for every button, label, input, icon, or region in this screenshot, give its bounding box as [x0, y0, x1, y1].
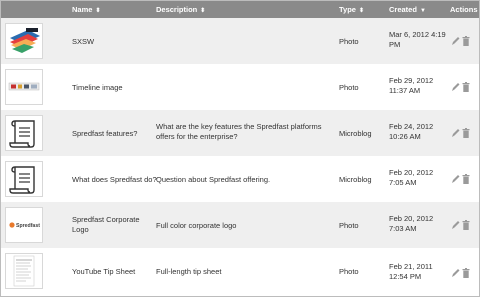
asset-table: Name ⬍ Description ⬍ Type ⬍ Created ▼ Action… [0, 0, 480, 297]
thumbnail-timeline[interactable] [5, 69, 43, 105]
logo-text: Spredfast [16, 223, 40, 229]
timeline-strip-icon [8, 82, 40, 91]
thumbnail-colorful-logo[interactable] [5, 23, 43, 59]
table-row[interactable]: Spredfast features? What are the key fea… [1, 110, 479, 156]
trash-icon[interactable] [461, 219, 471, 231]
asset-type: Photo [339, 267, 359, 276]
column-header-name[interactable]: Name ⬍ [72, 1, 100, 18]
asset-name[interactable]: What does Spredfast do? [72, 175, 157, 185]
asset-created: Mar 6, 2012 4:19 PM [389, 30, 446, 49]
row-actions [450, 173, 472, 185]
table-row[interactable]: SXSW Photo Mar 6, 2012 4:19 PM [1, 18, 479, 64]
asset-created: Feb 24, 2012 10:26 AM [389, 122, 434, 141]
table-header: Name ⬍ Description ⬍ Type ⬍ Created ▼ Action… [1, 1, 479, 18]
row-actions [450, 127, 472, 139]
row-actions [450, 81, 472, 93]
asset-created: Feb 20, 2012 7:03 AM [389, 214, 434, 233]
asset-created: Feb 21, 2011 12:54 PM [389, 262, 433, 281]
trash-icon[interactable] [461, 35, 471, 47]
pencil-icon[interactable] [450, 267, 460, 279]
row-actions [450, 267, 472, 279]
asset-type: Photo [339, 221, 359, 230]
pencil-icon[interactable] [450, 35, 460, 47]
trash-icon[interactable] [461, 173, 471, 185]
thumbnail-microblog[interactable] [5, 161, 43, 197]
asset-type: Photo [339, 83, 359, 92]
asset-description: Question about Spredfast offering. [156, 175, 271, 184]
column-header-created-label: Created [389, 5, 417, 14]
column-header-type[interactable]: Type ⬍ [339, 1, 364, 18]
asset-created: Feb 20, 2012 7:05 AM [389, 168, 434, 187]
trash-icon[interactable] [461, 127, 471, 139]
trash-icon[interactable] [461, 81, 471, 93]
asset-description: Full color corporate logo [156, 221, 237, 230]
column-header-description-label: Description [156, 5, 198, 14]
asset-created: Feb 29, 2012 11:37 AM [389, 76, 434, 95]
column-header-actions: Actions [450, 5, 478, 14]
asset-type: Microblog [339, 175, 372, 184]
asset-description: Full-length tip sheet [156, 267, 222, 276]
column-header-type-label: Type [339, 5, 356, 14]
colorful-layered-logo-icon [10, 28, 40, 53]
column-header-description[interactable]: Description ⬍ [156, 1, 205, 18]
table-row[interactable]: Timeline image Photo Feb 29, 2012 11:37 … [1, 64, 479, 110]
table-row[interactable]: Spredfast Spredfast Corporate Logo Full … [1, 202, 479, 248]
thumbnail-spredfast-logo[interactable]: Spredfast [5, 207, 43, 243]
asset-name[interactable]: SXSW [72, 37, 94, 47]
column-header-name-label: Name [72, 5, 93, 14]
thumbnail-microblog[interactable] [5, 115, 43, 151]
asset-type: Photo [339, 37, 359, 46]
pencil-icon[interactable] [450, 81, 460, 93]
column-header-created[interactable]: Created ▼ [389, 1, 426, 18]
pencil-icon[interactable] [450, 127, 460, 139]
asset-name[interactable]: Timeline image [72, 83, 123, 93]
pencil-icon[interactable] [450, 173, 460, 185]
asset-name[interactable]: Spredfast Corporate Logo [72, 215, 152, 235]
thumbnail-document[interactable] [5, 253, 43, 289]
row-actions [450, 35, 472, 47]
pencil-icon[interactable] [450, 219, 460, 231]
scroll-icon [9, 166, 35, 194]
asset-name[interactable]: YouTube Tip Sheet [72, 267, 135, 277]
document-page-icon [13, 255, 35, 287]
row-actions [450, 219, 472, 231]
scroll-icon [9, 120, 35, 148]
asset-description: What are the key features the Spredfast … [156, 122, 322, 141]
table-row[interactable]: What does Spredfast do? Question about S… [1, 156, 479, 202]
asset-name[interactable]: Spredfast features? [72, 129, 137, 139]
trash-icon[interactable] [461, 267, 471, 279]
table-row[interactable]: YouTube Tip Sheet Full-length tip sheet … [1, 248, 479, 296]
spredfast-logo-icon: Spredfast [9, 222, 40, 229]
asset-type: Microblog [339, 129, 372, 138]
